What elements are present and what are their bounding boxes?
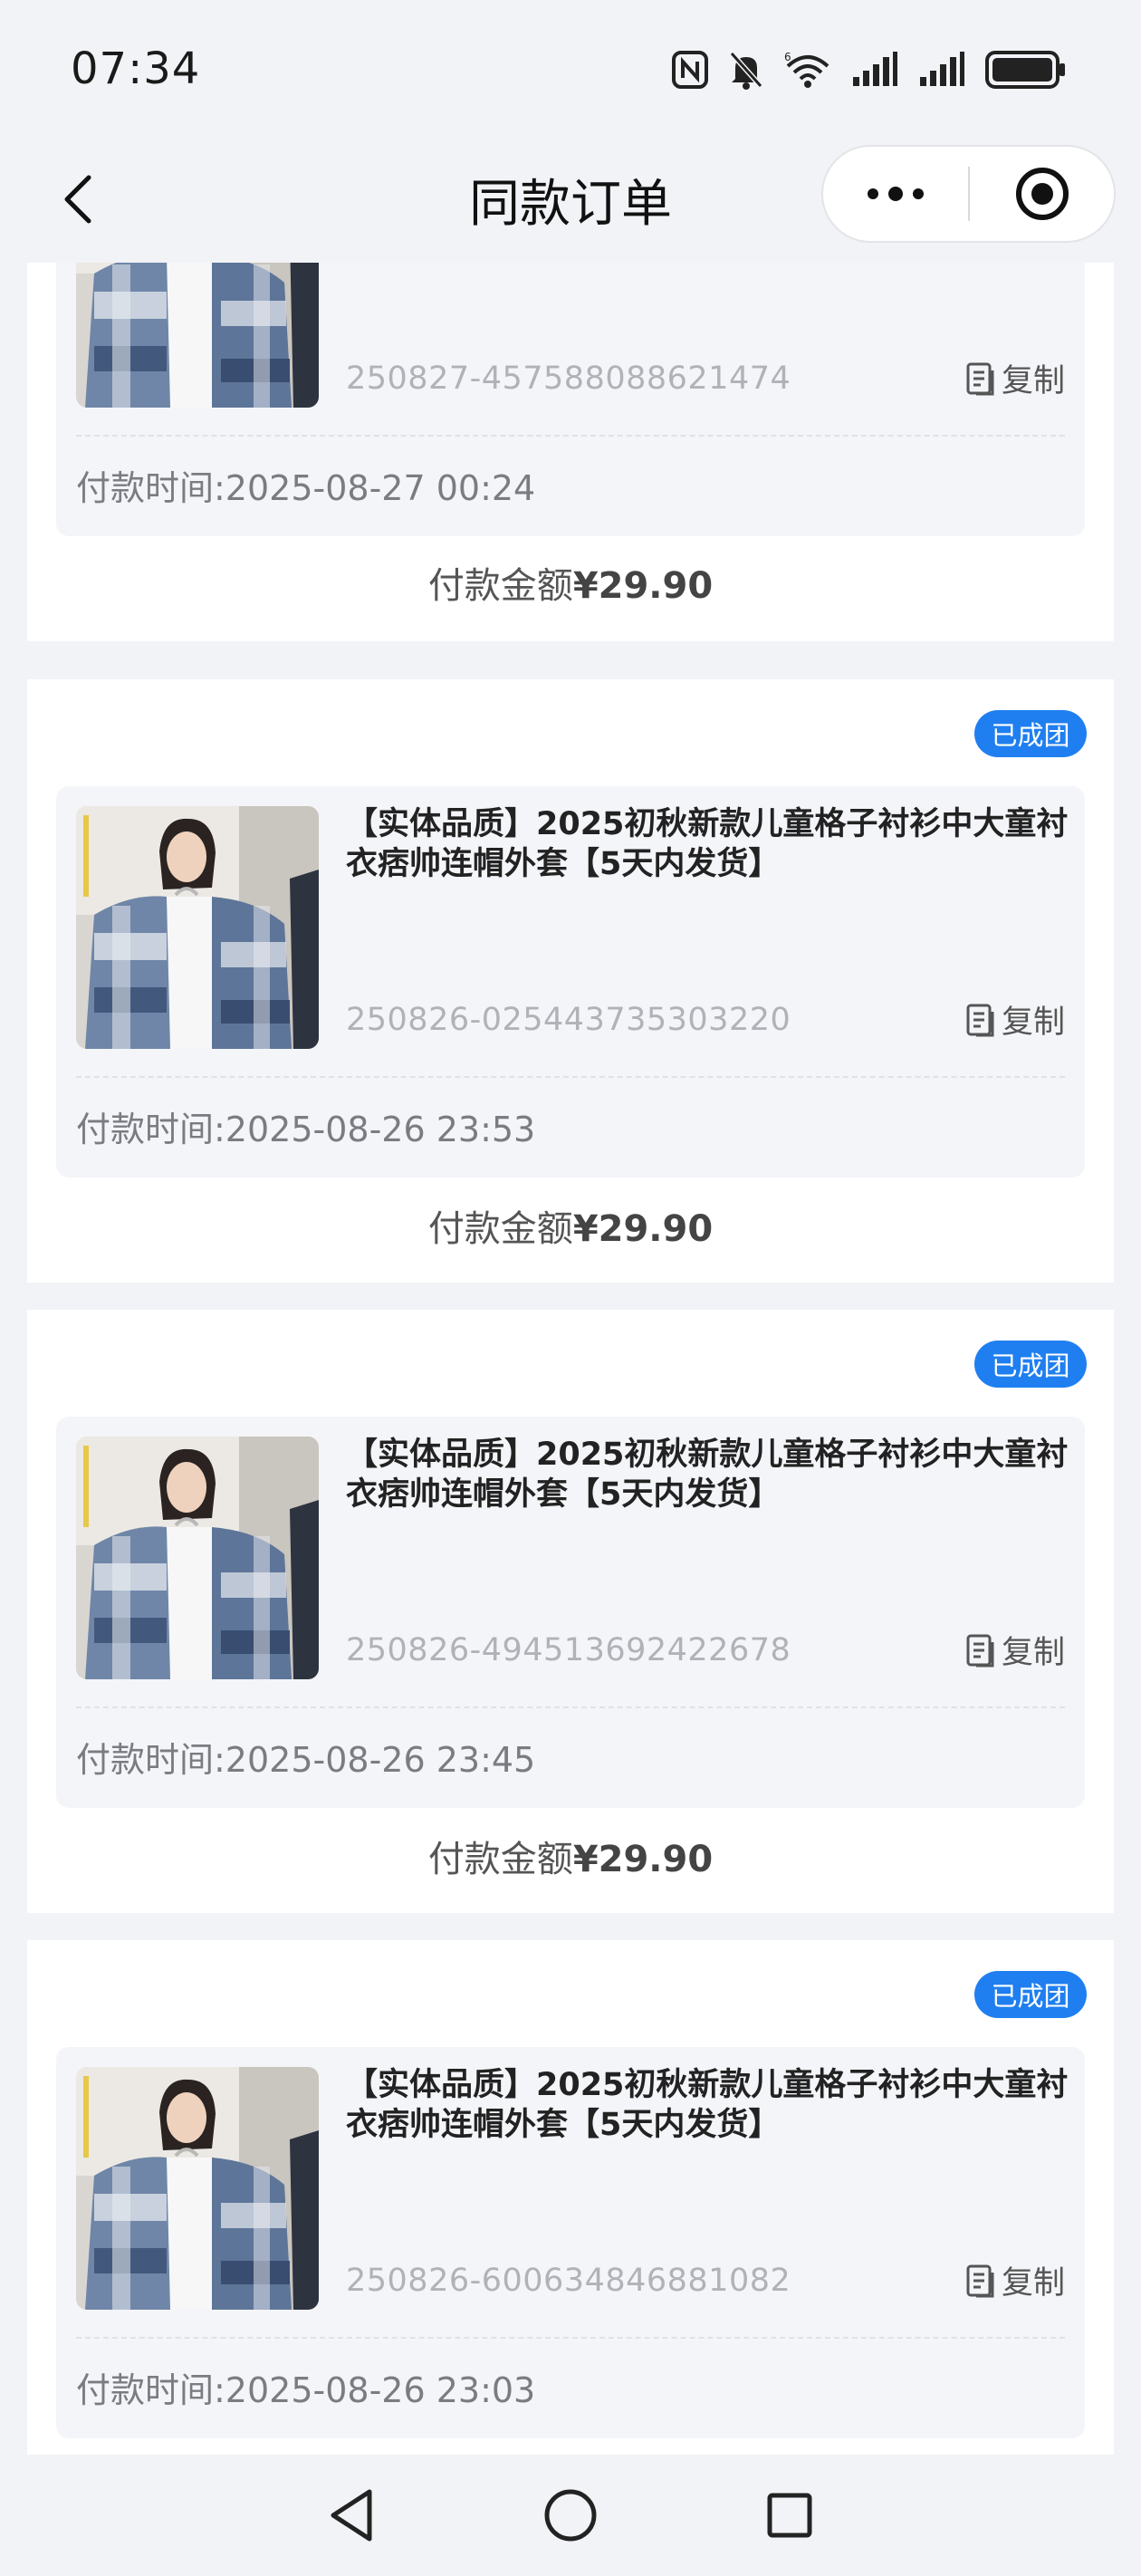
product-title[interactable]: 【实体品质】2025初秋新款儿童格子衬衫中大童衬衣痞帅连帽外套【5天内发货】 xyxy=(346,2065,1070,2145)
pay-amount-label: 付款金额 xyxy=(427,1208,573,1250)
copy-icon xyxy=(966,1634,994,1667)
status-badge: 已成团 xyxy=(974,710,1087,757)
circle-home-icon[interactable] xyxy=(542,2486,599,2544)
triangle-back-icon[interactable] xyxy=(324,2486,379,2544)
copy-button[interactable]: 复制 xyxy=(965,996,1065,1043)
order-number: 250826-494513692422678 xyxy=(346,1632,791,1668)
order-number: 250827-457588088621474 xyxy=(346,360,791,397)
copy-icon xyxy=(966,1004,994,1036)
more-dots-icon xyxy=(868,187,924,201)
order-card[interactable]: 已成团 【实体品质】2025初秋新款儿童格子衬衫中大童衬衣痞帅连帽外套【5天内发… xyxy=(27,1310,1114,1913)
divider xyxy=(76,1706,1065,1708)
close-mini-program-button[interactable] xyxy=(970,147,1114,241)
status-badge: 已成团 xyxy=(974,1341,1087,1388)
status-badge: 已成团 xyxy=(974,1971,1087,2018)
system-nav-bar xyxy=(0,2455,1141,2576)
copy-button[interactable]: 复制 xyxy=(965,1627,1065,1673)
product-image[interactable] xyxy=(76,1437,319,1679)
order-number: 250826-600634846881082 xyxy=(346,2263,791,2299)
order-card[interactable]: 已成团 【实体品质】2025初秋新款儿童格子衬衫中大童衬衣痞帅连帽外套【5天内发… xyxy=(27,679,1114,1283)
status-bar: 07:34 6 xyxy=(0,0,1141,136)
signal-icon xyxy=(853,52,897,86)
square-recents-icon[interactable] xyxy=(762,2488,817,2542)
copy-icon xyxy=(966,2264,994,2297)
signal-icon xyxy=(920,52,964,86)
screen: 07:34 6 同款订单 250827-457588088621474 复制 付… xyxy=(0,0,1141,2576)
product-title[interactable]: 【实体品质】2025初秋新款儿童格子衬衫中大童衬衣痞帅连帽外套【5天内发货】 xyxy=(346,804,1070,884)
svg-text:6: 6 xyxy=(784,51,791,63)
product-title[interactable]: 【实体品质】2025初秋新款儿童格子衬衫中大童衬衣痞帅连帽外套【5天内发货】 xyxy=(346,1435,1070,1514)
product-photo xyxy=(76,1437,319,1679)
target-icon xyxy=(1015,168,1069,220)
order-number: 250826-025443735303220 xyxy=(346,1002,791,1038)
pay-amount-value: ¥29.90 xyxy=(572,565,714,607)
product-image[interactable] xyxy=(76,263,319,408)
status-time: 07:34 xyxy=(71,43,201,94)
order-detail: 【实体品质】2025初秋新款儿童格子衬衫中大童衬衣痞帅连帽外套【5天内发货】 2… xyxy=(56,1417,1085,1808)
nfc-icon xyxy=(672,51,708,89)
divider xyxy=(76,1076,1065,1078)
copy-label: 复制 xyxy=(1001,1635,1065,1671)
product-photo xyxy=(76,263,319,408)
nav-bar: 同款订单 xyxy=(0,136,1141,263)
more-button[interactable] xyxy=(823,147,968,241)
mute-icon xyxy=(729,52,763,90)
divider xyxy=(76,2337,1065,2339)
order-detail: 250827-457588088621474 复制 付款时间:2025-08-2… xyxy=(56,263,1085,536)
order-card[interactable]: 已成团 【实体品质】2025初秋新款儿童格子衬衫中大童衬衣痞帅连帽外套【5天内发… xyxy=(27,1940,1114,2455)
order-detail: 【实体品质】2025初秋新款儿童格子衬衫中大童衬衣痞帅连帽外套【5天内发货】 2… xyxy=(56,2047,1085,2438)
copy-icon xyxy=(966,362,994,395)
product-image[interactable] xyxy=(76,806,319,1049)
pay-amount-value: ¥29.90 xyxy=(572,1208,714,1250)
pay-time: 付款时间:2025-08-26 23:45 xyxy=(76,1740,536,1780)
pay-time: 付款时间:2025-08-27 00:24 xyxy=(76,468,536,508)
pay-amount-label: 付款金额 xyxy=(427,565,573,607)
pay-time: 付款时间:2025-08-26 23:03 xyxy=(76,2370,536,2410)
divider xyxy=(76,435,1065,437)
copy-label: 复制 xyxy=(1001,363,1065,399)
order-list: 250827-457588088621474 复制 付款时间:2025-08-2… xyxy=(0,263,1141,2455)
copy-label: 复制 xyxy=(1001,2265,1065,2302)
battery-icon xyxy=(985,51,1065,89)
product-image[interactable] xyxy=(76,2067,319,2310)
copy-label: 复制 xyxy=(1001,1004,1065,1041)
order-detail: 【实体品质】2025初秋新款儿童格子衬衫中大童衬衣痞帅连帽外套【5天内发货】 2… xyxy=(56,786,1085,1177)
pay-time: 付款时间:2025-08-26 23:53 xyxy=(76,1110,536,1149)
mini-program-capsule xyxy=(821,145,1116,243)
copy-button[interactable]: 复制 xyxy=(965,2257,1065,2303)
pay-amount-label: 付款金额 xyxy=(427,1839,573,1880)
copy-button[interactable]: 复制 xyxy=(965,355,1065,401)
product-photo xyxy=(76,806,319,1049)
order-card[interactable]: 250827-457588088621474 复制 付款时间:2025-08-2… xyxy=(27,263,1114,641)
pay-amount: 付款金额¥29.90 xyxy=(27,556,1114,609)
wifi-icon: 6 xyxy=(784,51,829,88)
status-icons: 6 xyxy=(672,47,1067,92)
pay-amount: 付款金额¥29.90 xyxy=(27,1830,1114,1882)
pay-amount-value: ¥29.90 xyxy=(572,1839,714,1880)
product-photo xyxy=(76,2067,319,2310)
pay-amount: 付款金额¥29.90 xyxy=(27,1199,1114,1252)
